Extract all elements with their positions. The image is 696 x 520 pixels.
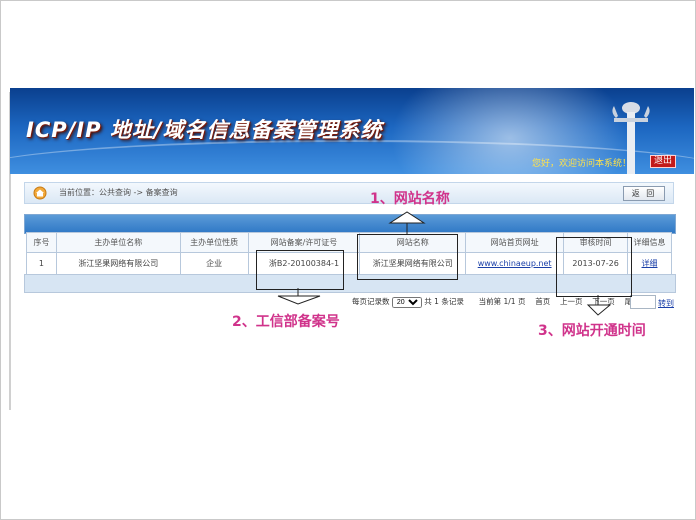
highlight-box-open-time [556,237,632,297]
highlight-box-site-name [357,234,458,280]
go-to-page-link[interactable]: 转到 [658,298,674,309]
details-link[interactable]: 详细 [642,259,658,268]
first-page-link[interactable]: 首页 [535,297,550,306]
page-info: 当前第 1/1 页 [478,297,526,306]
system-title: ICP/IP 地址/域名信息备案管理系统 [26,118,383,142]
total-records: 共 1 条记录 [424,297,464,306]
cell-details: 详细 [627,252,672,275]
back-button[interactable]: 返 回 [623,186,665,201]
annotation-site-name: 1、网站名称 [370,191,450,207]
home-icon [33,186,47,200]
pagination: 每页记录数 20 共 1 条记录 当前第 1/1 页 首页 上一页 下一页 尾页 [352,296,640,308]
col-header-org-type: 主办单位性质 [179,232,249,253]
cell-index: 1 [26,252,57,275]
page-number-input[interactable] [630,295,656,309]
annotation-open-time: 3、网站开通时间 [538,323,646,339]
breadcrumb-location: 当前位置：公共查询 -> 备案查询 [59,188,178,197]
col-header-index: 序号 [26,232,57,253]
exit-button[interactable]: 退出 [650,155,677,168]
per-page-select[interactable]: 20 [391,296,422,308]
cell-homepage: www.chinaeup.net [465,252,565,275]
homepage-link[interactable]: www.chinaeup.net [478,259,552,268]
col-header-details: 详细信息 [627,232,672,253]
cell-org-type: 企业 [179,252,249,275]
cell-organizer: 浙江坚果网络有限公司 [55,252,181,275]
table-titlebar [24,214,676,234]
col-header-organizer: 主办单位名称 [55,232,181,253]
highlight-box-icp-number [256,250,344,290]
breadcrumb: 当前位置：公共查询 -> 备案查询 返 回 [24,182,674,204]
header-banner: ICP/IP 地址/域名信息备案管理系统 您好，欢迎访问本系统！ 退出 [10,88,694,174]
welcome-text: 您好，欢迎访问本系统！ [532,159,632,169]
per-page-label: 每页记录数 [352,297,390,306]
col-header-homepage: 网站首页网址 [465,232,565,253]
annotation-icp-number: 2、工信部备案号 [232,314,340,330]
prev-page-link[interactable]: 上一页 [560,297,583,306]
next-page-link[interactable]: 下一页 [592,297,615,306]
